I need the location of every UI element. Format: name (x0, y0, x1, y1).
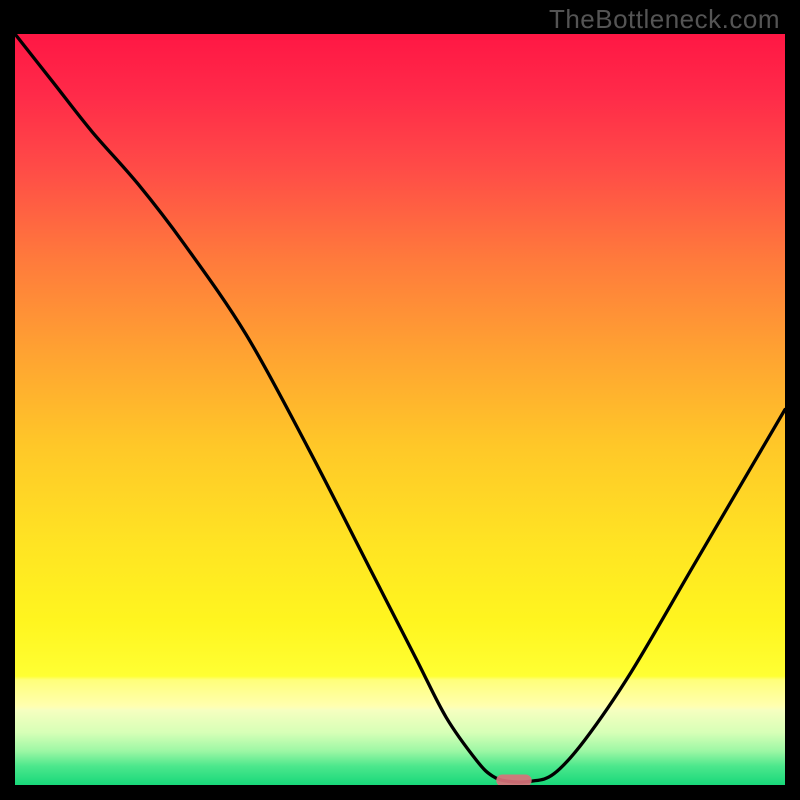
gradient-background (15, 34, 785, 785)
optimum-marker (496, 774, 531, 785)
watermark-label: TheBottleneck.com (549, 4, 780, 35)
plot-area (15, 34, 785, 785)
chart-frame: TheBottleneck.com (0, 0, 800, 800)
chart-svg (15, 34, 785, 785)
